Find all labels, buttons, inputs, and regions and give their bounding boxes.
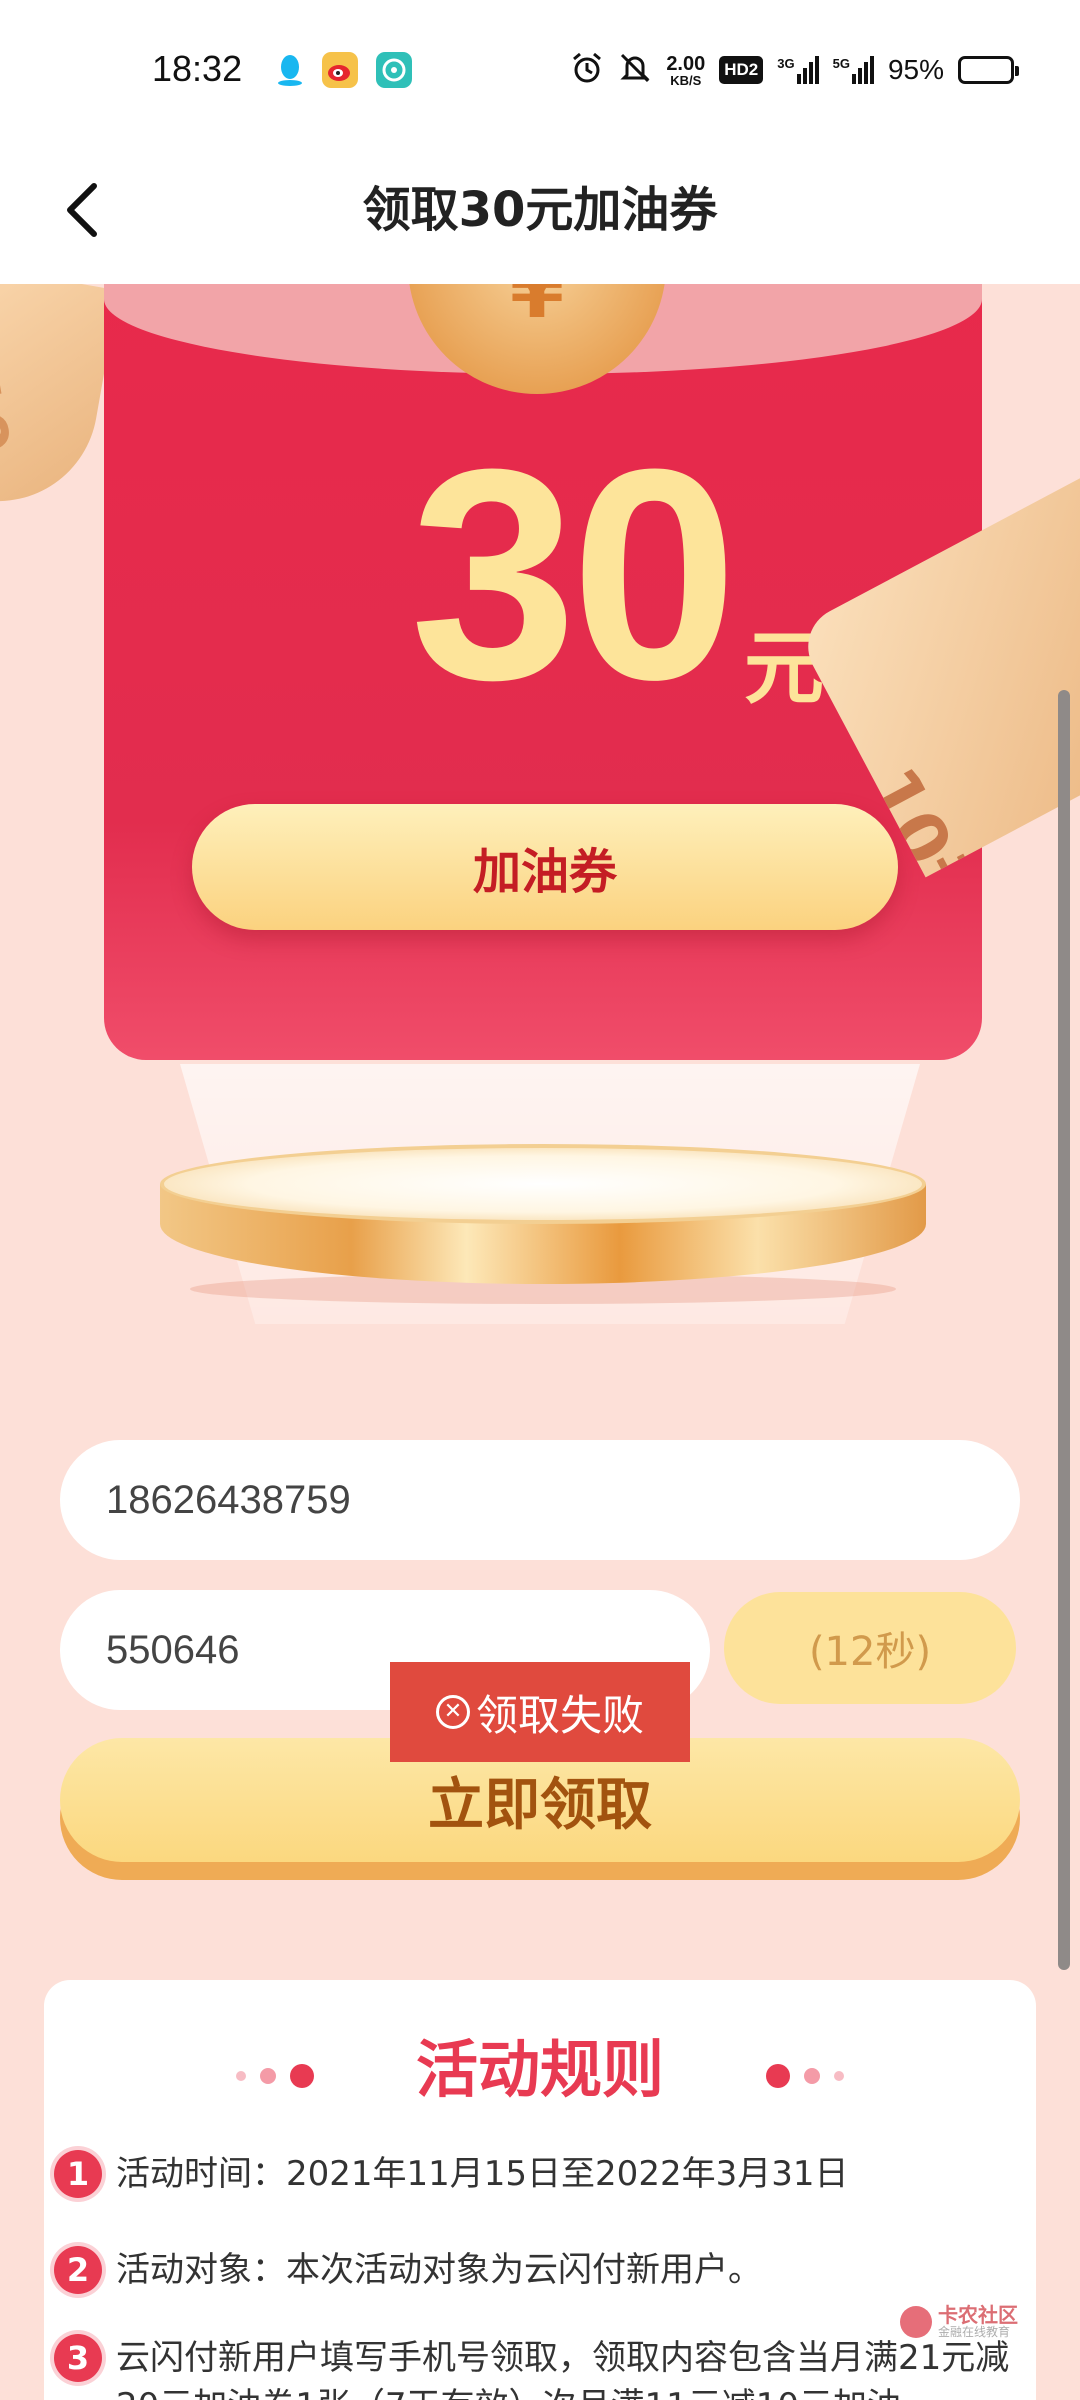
watermark-subtext: 金融在线教育 xyxy=(938,2325,1011,2339)
status-indicators: 2.00 KB/S HD2 3G 5G 95% xyxy=(570,50,1019,90)
hd-voice-badge: HD2 xyxy=(719,56,764,84)
message-app-icon xyxy=(376,52,412,88)
signal-1-label: 3G xyxy=(777,56,795,71)
hero-banner: ¥10 ¥ 30 元 加油券 10元¥ xyxy=(0,284,1080,1324)
status-time: 18:32 xyxy=(152,48,243,89)
page-title: 领取30元加油券 xyxy=(362,182,718,238)
weibo-icon xyxy=(322,52,358,88)
rule-item: 2 活动对象：本次活动对象为云闪付新用户。 xyxy=(54,2246,1016,2294)
close-circle-icon: ✕ xyxy=(435,1695,470,1729)
rule-item: 3 云闪付新用户填写手机号领取，领取内容包含当月满21元减20元加油券1张（7天… xyxy=(54,2334,1016,2400)
speed-value: 2.00 xyxy=(666,52,706,75)
network-speed: 2.00 KB/S xyxy=(666,54,705,87)
error-toast: ✕ 领取失败 xyxy=(390,1662,690,1762)
scrollbar[interactable] xyxy=(1058,690,1070,1970)
title-bar: 领取30元加油券 xyxy=(0,140,1080,284)
signal-icon-2: 5G xyxy=(833,56,874,84)
toast-message: 领取失败 xyxy=(475,1690,644,1740)
rule-text: 云闪付新用户填写手机号领取，领取内容包含当月满21元减20元加油券1张（7天有效… xyxy=(116,2338,1010,2400)
coupon-label: 加油券 xyxy=(192,804,898,930)
signal-icon-1: 3G xyxy=(777,56,819,84)
coupon-ticket-decoration-left: ¥10 xyxy=(0,284,119,518)
rule-number: 3 xyxy=(54,2334,102,2382)
rule-number: 2 xyxy=(54,2246,102,2294)
coupon-amount: 30 xyxy=(410,406,738,742)
rule-text: 活动对象：本次活动对象为云闪付新用户。 xyxy=(116,2250,762,2290)
rules-card: 活动规则 1 活动时间：2021年11月15日至2022年3月31日 2 活动对… xyxy=(44,1980,1036,2400)
phone-input[interactable]: 18626438759 xyxy=(60,1440,1020,1560)
alarm-icon xyxy=(570,51,604,90)
rule-item: 1 活动时间：2021年11月15日至2022年3月31日 xyxy=(54,2150,1016,2198)
status-bar: 18:32 2.00 KB/S HD2 3G 5G 95% xyxy=(0,0,1080,140)
battery-icon xyxy=(958,56,1019,84)
watermark: 卡农社区 金融在线教育 xyxy=(900,2304,1018,2339)
rule-number: 1 xyxy=(54,2150,102,2198)
ticket-left-text: ¥10 xyxy=(0,320,25,461)
qq-icon xyxy=(272,52,308,88)
speed-unit: KB/S xyxy=(670,72,702,88)
display-platform xyxy=(160,1144,926,1304)
rules-title: 活动规则 xyxy=(415,2033,664,2106)
coin-symbol: ¥ xyxy=(509,284,565,336)
decorative-dots-right xyxy=(766,2064,844,2088)
phone-value: 18626438759 xyxy=(106,1477,351,1522)
mute-icon xyxy=(618,51,652,90)
battery-percent: 95% xyxy=(887,54,944,85)
watermark-text: 卡农社区 xyxy=(938,2303,1018,2327)
rule-text: 活动时间：2021年11月15日至2022年3月31日 xyxy=(116,2154,849,2194)
signal-2-label: 5G xyxy=(832,56,850,71)
resend-code-countdown-button[interactable]: (12秒) xyxy=(724,1592,1016,1704)
code-value: 550646 xyxy=(106,1627,240,1672)
watermark-logo-icon xyxy=(900,2305,932,2338)
